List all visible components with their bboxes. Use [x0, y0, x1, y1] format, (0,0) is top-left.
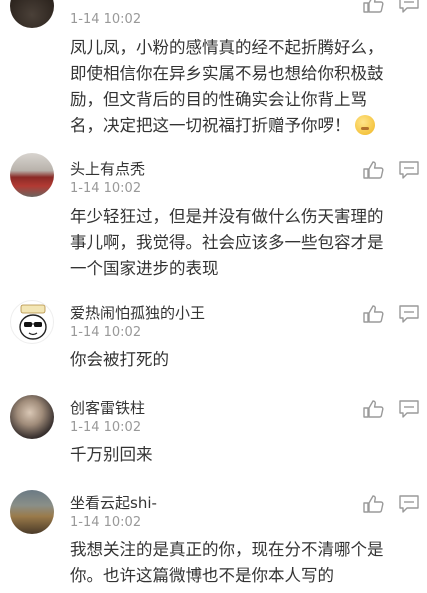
comment-line: 凤儿凤，小粉的感情真的经不起折腾好么，: [70, 38, 384, 57]
comment-icon: [399, 495, 419, 513]
reply-button[interactable]: [398, 494, 420, 514]
comment-icon: [399, 161, 419, 179]
thumbs-up-icon: [363, 305, 384, 323]
comment-item: 坐看云起shi- 1-14 10:02 我想关注的是真正的你，现在分不清哪个是 …: [0, 487, 427, 593]
comment-text: 千万别回来: [70, 442, 400, 468]
reply-button[interactable]: [398, 160, 420, 180]
comment-line: 年少轻狂过，但是并没有做什么伤天害理的: [70, 207, 384, 226]
reply-button[interactable]: [398, 304, 420, 324]
comment-line: 事儿啊，我觉得。社会应该多一些包容才是: [70, 233, 384, 252]
like-button[interactable]: [362, 0, 384, 14]
comment-line: 你会被打死的: [70, 350, 169, 369]
comment-line: 一个国家进步的表现: [70, 259, 219, 278]
comment-line: 我想关注的是真正的你，现在分不清哪个是: [70, 540, 384, 559]
comment-text: 年少轻狂过，但是并没有做什么伤天害理的 事儿啊，我觉得。社会应该多一些包容才是 …: [70, 204, 400, 282]
comment-time: 1-14 10:02: [70, 325, 142, 340]
comment-item: 创客雷铁柱 1-14 10:02 千万别回来: [0, 392, 427, 482]
comment-line-text: 名，决定把这一切祝福打折赠予你啰！: [70, 116, 351, 135]
thumbs-up-icon: [363, 0, 384, 13]
comment-text: 你会被打死的: [70, 347, 400, 373]
comment-line: 即使相信你在异乡实属不易也想给你积极鼓: [70, 64, 384, 83]
comment-line: 名，决定把这一切祝福打折赠予你啰！: [70, 113, 400, 139]
comment-item: 头上有点秃 1-14 10:02 年少轻狂过，但是并没有做什么伤天害理的 事儿啊…: [0, 150, 427, 290]
like-button[interactable]: [362, 304, 384, 324]
comment-line: 千万别回来: [70, 445, 153, 464]
avatar[interactable]: [10, 153, 54, 197]
thumbs-up-icon: [363, 400, 384, 418]
like-button[interactable]: [362, 494, 384, 514]
like-button[interactable]: [362, 399, 384, 419]
avatar[interactable]: [10, 0, 54, 28]
comment-icon: [399, 400, 419, 418]
comment-line: 你。也许这篇微博也不是你本人写的: [70, 566, 334, 585]
comment-item: 1-14 10:02 凤儿凤，小粉的感情真的经不起折腾好么， 即使相信你在异乡实…: [0, 0, 427, 140]
avatar[interactable]: [10, 490, 54, 534]
comment-author[interactable]: 创客雷铁柱: [70, 397, 145, 418]
comment-time: 1-14 10:02: [70, 12, 142, 27]
comment-line: 励，但文背后的目的性确实会让你背上骂: [70, 90, 367, 109]
thumbs-up-icon: [363, 495, 384, 513]
like-button[interactable]: [362, 160, 384, 180]
comment-text: 凤儿凤，小粉的感情真的经不起折腾好么， 即使相信你在异乡实属不易也想给你积极鼓 …: [70, 35, 400, 139]
avatar[interactable]: [10, 300, 54, 344]
cartoon-avatar-icon: [19, 304, 47, 340]
comment-author[interactable]: 爱热闹怕孤独的小王: [70, 302, 205, 323]
smile-emoji-icon: [354, 115, 375, 135]
comment-author[interactable]: 坐看云起shi-: [70, 492, 157, 513]
comment-icon: [399, 0, 419, 13]
comment-item: 爱热闹怕孤独的小王 1-14 10:02 你会被打死的: [0, 297, 427, 387]
comment-text: 我想关注的是真正的你，现在分不清哪个是 你。也许这篇微博也不是你本人写的: [70, 537, 400, 589]
comment-time: 1-14 10:02: [70, 181, 142, 196]
comment-time: 1-14 10:02: [70, 420, 142, 435]
reply-button[interactable]: [398, 399, 420, 419]
comment-icon: [399, 305, 419, 323]
reply-button[interactable]: [398, 0, 420, 14]
comment-time: 1-14 10:02: [70, 515, 142, 530]
avatar[interactable]: [10, 395, 54, 439]
thumbs-up-icon: [363, 161, 384, 179]
comment-author[interactable]: 头上有点秃: [70, 158, 145, 179]
